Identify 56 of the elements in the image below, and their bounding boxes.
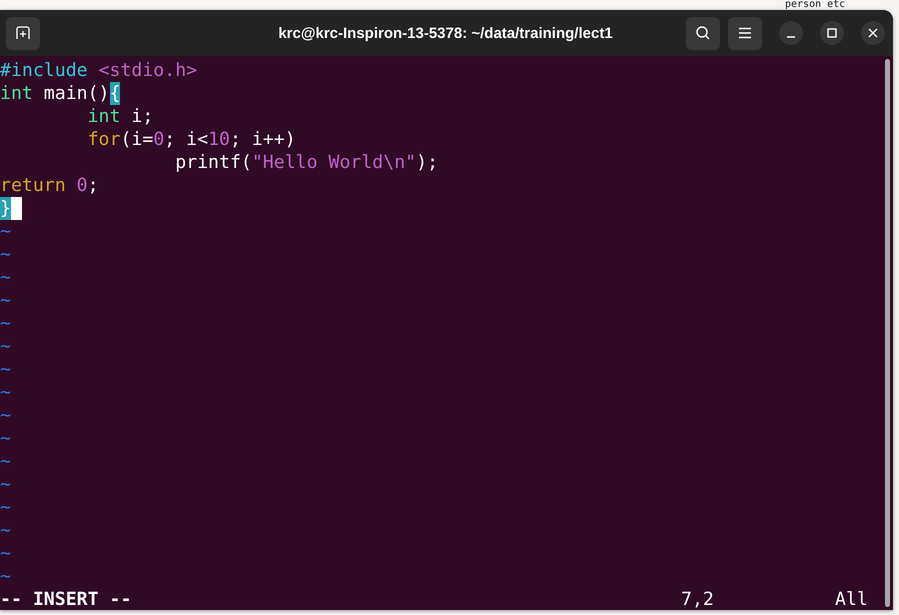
empty-line-marker: ~: [0, 404, 11, 427]
empty-line-marker: ~: [0, 565, 11, 588]
close-icon: [868, 28, 878, 38]
code-token: #include: [0, 59, 88, 82]
code-token: 0: [76, 174, 88, 197]
code-token: return: [0, 174, 66, 197]
code-token: i;: [130, 105, 154, 128]
code-token: ; i<: [164, 128, 208, 151]
empty-line-marker: ~: [0, 519, 11, 542]
code-token: ;: [88, 174, 99, 197]
matched-brace: {: [110, 82, 120, 105]
code-token: 0: [153, 128, 164, 151]
cursor-position: 7,2: [681, 588, 715, 610]
empty-line-marker: ~: [0, 335, 11, 358]
empty-line-marker: ~: [0, 358, 11, 381]
empty-line-marker: ~: [0, 427, 11, 450]
new-tab-icon: [15, 25, 31, 41]
empty-line-marker: ~: [0, 496, 11, 519]
code-token: for: [86, 128, 120, 151]
maximize-icon: [827, 28, 837, 38]
new-tab-button[interactable]: [6, 16, 40, 50]
close-button[interactable]: [861, 21, 885, 45]
code-token: printf(: [174, 151, 252, 174]
code-token: \n: [383, 151, 406, 174]
code-token: int: [86, 105, 120, 128]
code-token: 10: [208, 128, 230, 151]
scroll-position: All: [835, 588, 869, 610]
matched-brace: }: [0, 197, 11, 220]
code-token: int: [0, 82, 33, 105]
code-token: ; i++): [230, 128, 296, 151]
background-text: person etc: [785, 0, 846, 10]
empty-line-marker: ~: [0, 381, 11, 404]
menu-button[interactable]: [728, 16, 762, 50]
empty-line-marker: ~: [0, 266, 11, 289]
code-token: <stdio.h>: [98, 59, 198, 82]
empty-line-marker: ~: [0, 289, 11, 312]
maximize-button[interactable]: [820, 21, 844, 45]
code-token: "Hello World: [252, 151, 384, 174]
window-title: krc@krc-Inspiron-13-5378: ~/data/training/lect1: [278, 24, 613, 42]
menu-icon: [738, 27, 752, 39]
search-button[interactable]: [686, 16, 720, 50]
empty-line-marker: ~: [0, 450, 11, 473]
code-token: ": [405, 151, 416, 174]
empty-line-marker: ~: [0, 243, 11, 266]
empty-line-marker: ~: [0, 542, 11, 565]
empty-line-marker: ~: [0, 473, 11, 496]
empty-line-marker: ~: [0, 220, 11, 243]
empty-line-marker: ~: [0, 312, 11, 335]
minimize-icon: [786, 36, 796, 38]
minimize-button[interactable]: [779, 21, 803, 45]
code-token: (i=: [120, 128, 154, 151]
mode-indicator: -- INSERT --: [0, 588, 132, 610]
code-token: main(): [42, 82, 110, 105]
code-token: );: [416, 151, 438, 174]
scrollbar[interactable]: [885, 59, 890, 607]
search-icon: [695, 25, 711, 41]
